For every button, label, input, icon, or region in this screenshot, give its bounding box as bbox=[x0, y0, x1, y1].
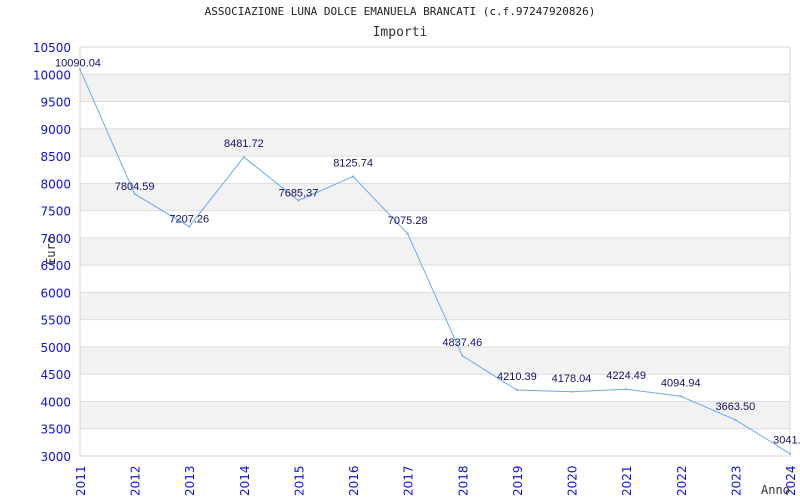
grid-band bbox=[80, 183, 790, 211]
grid-band bbox=[80, 128, 790, 157]
data-label: 4178.04 bbox=[552, 373, 592, 385]
y-tick-label: 4000 bbox=[40, 395, 71, 409]
y-tick-label: 8000 bbox=[40, 177, 71, 191]
x-axis-label: Anno bbox=[761, 483, 790, 497]
y-tick-label: 7500 bbox=[40, 205, 71, 219]
data-label: 3041.8 bbox=[773, 435, 800, 447]
y-tick-label: 10500 bbox=[33, 41, 71, 55]
data-label: 7804.59 bbox=[115, 181, 155, 193]
line-chart: 3000350040004500500055006000650070007500… bbox=[33, 41, 800, 497]
x-tick-label: 2018 bbox=[456, 465, 470, 496]
grid-band bbox=[80, 292, 790, 320]
x-tick-label: 2020 bbox=[566, 465, 580, 496]
y-tick-label: 5000 bbox=[40, 341, 71, 355]
data-point bbox=[679, 395, 682, 398]
y-tick-label: 9000 bbox=[40, 123, 71, 137]
data-point bbox=[461, 354, 464, 357]
x-tick-label: 2016 bbox=[347, 465, 361, 496]
grid-band bbox=[80, 74, 790, 102]
grid-band bbox=[80, 237, 790, 266]
y-tick-label: 4500 bbox=[40, 368, 71, 382]
data-label: 4224.49 bbox=[606, 370, 646, 382]
x-tick-label: 2021 bbox=[620, 465, 634, 496]
x-tick-label: 2011 bbox=[74, 465, 88, 496]
y-tick-label: 3000 bbox=[40, 450, 71, 464]
data-label: 8481.72 bbox=[224, 138, 264, 150]
data-point bbox=[625, 388, 628, 391]
data-label: 7075.28 bbox=[388, 215, 428, 227]
x-tick-label: 2023 bbox=[729, 465, 743, 496]
data-point bbox=[297, 199, 300, 202]
data-point bbox=[570, 390, 573, 393]
data-label: 7207.26 bbox=[169, 214, 209, 226]
data-point bbox=[406, 232, 409, 235]
data-label: 7685.37 bbox=[279, 187, 319, 199]
data-point bbox=[133, 192, 136, 195]
data-point bbox=[734, 418, 737, 421]
y-tick-label: 10000 bbox=[33, 68, 71, 82]
y-tick-label: 9500 bbox=[40, 96, 71, 110]
x-tick-label: 2019 bbox=[511, 465, 525, 496]
data-label: 4210.39 bbox=[497, 371, 537, 383]
grid-band bbox=[80, 401, 790, 429]
x-tick-label: 2015 bbox=[292, 465, 306, 496]
data-point bbox=[352, 175, 355, 178]
data-point bbox=[188, 225, 191, 228]
x-tick-label: 2014 bbox=[238, 465, 252, 496]
data-point bbox=[789, 452, 791, 455]
y-tick-label: 5500 bbox=[40, 314, 71, 328]
x-tick-label: 2022 bbox=[675, 465, 689, 496]
x-tick-label: 2013 bbox=[183, 465, 197, 496]
data-point bbox=[242, 156, 245, 159]
x-tick-label: 2017 bbox=[402, 465, 416, 496]
y-tick-label: 6000 bbox=[40, 286, 71, 300]
y-tick-label: 3500 bbox=[40, 423, 71, 437]
data-point bbox=[515, 388, 518, 391]
grid-band bbox=[80, 346, 790, 375]
x-tick-label: 2012 bbox=[129, 465, 143, 496]
data-label: 8125.74 bbox=[333, 157, 373, 169]
data-label: 3663.50 bbox=[716, 401, 756, 413]
data-label: 10090.04 bbox=[55, 57, 101, 69]
data-label: 4837.46 bbox=[442, 337, 482, 349]
y-axis-label: Euro bbox=[44, 236, 58, 265]
data-label: 4094.94 bbox=[661, 377, 701, 389]
y-tick-label: 8500 bbox=[40, 150, 71, 164]
